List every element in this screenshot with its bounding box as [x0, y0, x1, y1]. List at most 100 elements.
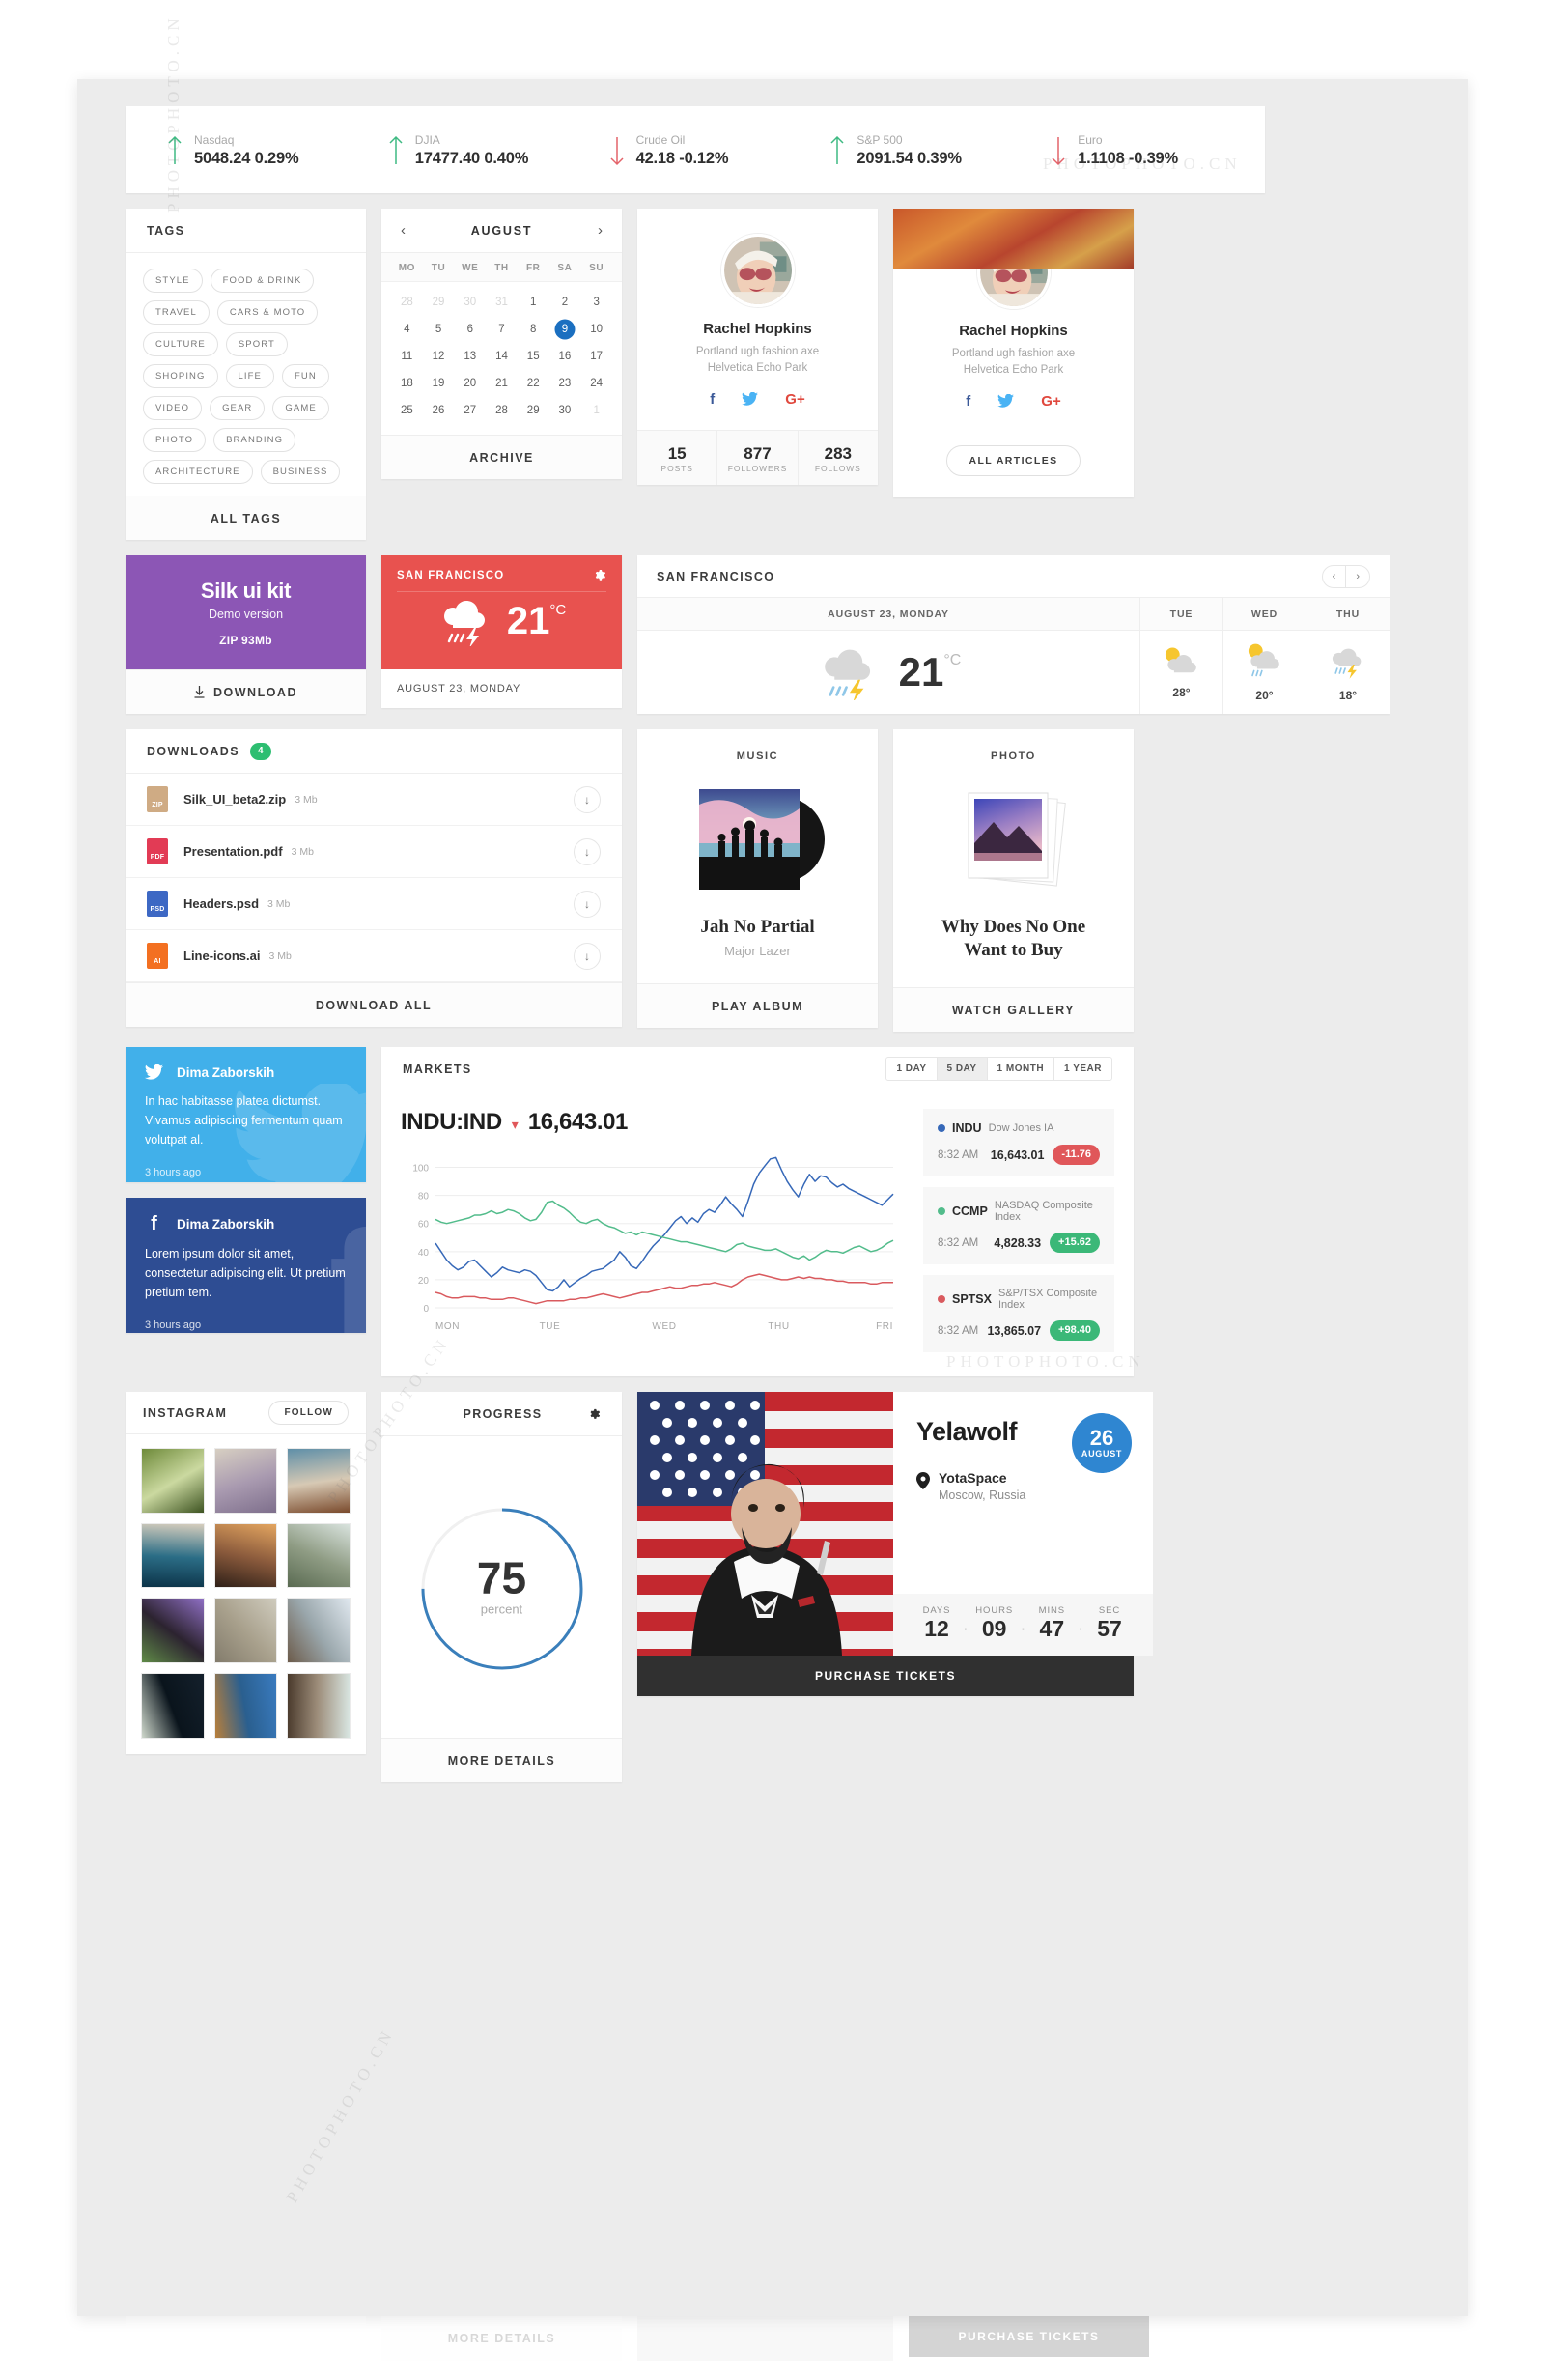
- calendar-prev-icon[interactable]: ‹: [401, 223, 406, 238]
- archive-button[interactable]: ARCHIVE: [381, 435, 622, 479]
- calendar-day[interactable]: 11: [391, 344, 423, 369]
- ticker-item-nasdaq[interactable]: Nasdaq 5048.24 0.29%: [143, 131, 364, 168]
- calendar-day[interactable]: 29: [518, 398, 549, 423]
- tag-chip[interactable]: TRAVEL: [143, 300, 210, 325]
- instagram-thumbnail[interactable]: [213, 1673, 278, 1739]
- calendar-next-icon[interactable]: ›: [598, 223, 603, 238]
- calendar-day[interactable]: 28: [486, 398, 518, 423]
- calendar-day[interactable]: 6: [454, 317, 486, 342]
- calendar-day[interactable]: 26: [423, 398, 455, 423]
- calendar-day-selected[interactable]: 9: [549, 317, 581, 342]
- calendar-day[interactable]: 1: [518, 290, 549, 315]
- tag-chip[interactable]: BUSINESS: [260, 460, 341, 484]
- instagram-thumbnail[interactable]: [141, 1522, 205, 1589]
- calendar-day[interactable]: 29: [423, 290, 455, 315]
- tag-chip[interactable]: BRANDING: [213, 428, 296, 452]
- download-row[interactable]: ZIP Silk_UI_beta2.zip 3 Mb ↓: [126, 774, 622, 826]
- instagram-thumbnail[interactable]: [287, 1598, 351, 1664]
- calendar-day[interactable]: 16: [549, 344, 581, 369]
- ticker-item-euro[interactable]: Euro 1.1108 -0.39%: [1026, 131, 1248, 168]
- play-album-button[interactable]: PLAY ALBUM: [637, 983, 878, 1028]
- tag-chip[interactable]: FOOD & DRINK: [210, 269, 315, 293]
- ticker-item-crude-oil[interactable]: Crude Oil 42.18 -0.12%: [585, 131, 806, 168]
- calendar-day[interactable]: 13: [454, 344, 486, 369]
- tag-chip[interactable]: GEAR: [210, 396, 266, 420]
- instagram-thumbnail[interactable]: [213, 1598, 278, 1664]
- calendar-day[interactable]: 12: [423, 344, 455, 369]
- google-plus-icon[interactable]: G+: [785, 392, 804, 409]
- calendar-day[interactable]: 5: [423, 317, 455, 342]
- calendar-day[interactable]: 7: [486, 317, 518, 342]
- calendar-day[interactable]: 17: [580, 344, 612, 369]
- all-articles-button[interactable]: ALL ARTICLES: [946, 445, 1081, 476]
- calendar-day[interactable]: 27: [454, 398, 486, 423]
- tag-chip[interactable]: GAME: [272, 396, 329, 420]
- tag-chip[interactable]: PHOTO: [143, 428, 207, 452]
- gear-icon[interactable]: [592, 568, 606, 582]
- quote-row-indu[interactable]: INDU Dow Jones IA 8:32 AM 16,643.01 -11.76: [923, 1109, 1114, 1176]
- range-1-month[interactable]: 1 MONTH: [988, 1058, 1055, 1080]
- calendar-day[interactable]: 28: [391, 290, 423, 315]
- calendar-day[interactable]: 31: [486, 290, 518, 315]
- instagram-follow-button[interactable]: FOLLOW: [268, 1401, 349, 1425]
- range-1-year[interactable]: 1 YEAR: [1054, 1058, 1111, 1080]
- tag-chip[interactable]: CULTURE: [143, 332, 218, 356]
- google-plus-icon[interactable]: G+: [1041, 394, 1060, 411]
- purchase-tickets-button[interactable]: PURCHASE TICKETS: [637, 1656, 1134, 1696]
- weather-next-icon[interactable]: ›: [1346, 566, 1369, 587]
- instagram-thumbnail[interactable]: [141, 1673, 205, 1739]
- download-row[interactable]: PSD Headers.psd 3 Mb ↓: [126, 878, 622, 930]
- twitter-icon[interactable]: [742, 391, 759, 409]
- calendar-day[interactable]: 8: [518, 317, 549, 342]
- instagram-thumbnail[interactable]: [213, 1448, 278, 1514]
- calendar-day[interactable]: 24: [580, 371, 612, 396]
- tag-chip[interactable]: STYLE: [143, 269, 203, 293]
- instagram-thumbnail[interactable]: [141, 1448, 205, 1514]
- tag-chip[interactable]: CARS & MOTO: [216, 300, 319, 325]
- calendar-day[interactable]: 19: [423, 371, 455, 396]
- calendar-day[interactable]: 14: [486, 344, 518, 369]
- download-row[interactable]: PDF Presentation.pdf 3 Mb ↓: [126, 826, 622, 878]
- calendar-day[interactable]: 4: [391, 317, 423, 342]
- facebook-icon[interactable]: f: [710, 392, 715, 409]
- calendar-day[interactable]: 30: [549, 398, 581, 423]
- weather-prev-icon[interactable]: ‹: [1323, 565, 1347, 587]
- all-tags-button[interactable]: ALL TAGS: [126, 496, 366, 540]
- tag-chip[interactable]: SPORT: [225, 332, 288, 356]
- calendar-day[interactable]: 18: [391, 371, 423, 396]
- range-5-day[interactable]: 5 DAY: [937, 1058, 988, 1080]
- calendar-day[interactable]: 10: [580, 317, 612, 342]
- quote-row-sptsx[interactable]: SPTSX S&P/TSX Composite Index 8:32 AM 13,86…: [923, 1275, 1114, 1352]
- calendar-day[interactable]: 20: [454, 371, 486, 396]
- calendar-day[interactable]: 30: [454, 290, 486, 315]
- calendar-day[interactable]: 15: [518, 344, 549, 369]
- instagram-thumbnail[interactable]: [141, 1598, 205, 1664]
- tag-chip[interactable]: LIFE: [225, 364, 274, 388]
- gear-icon[interactable]: [587, 1407, 601, 1421]
- tag-chip[interactable]: SHOPING: [143, 364, 218, 388]
- facebook-icon[interactable]: f: [966, 394, 970, 411]
- download-arrow-icon[interactable]: ↓: [574, 837, 601, 865]
- download-all-button[interactable]: DOWNLOAD ALL: [126, 982, 622, 1027]
- quote-row-ccmp[interactable]: CCMP NASDAQ Composite Index 8:32 AM 4,828.3…: [923, 1187, 1114, 1264]
- calendar-day[interactable]: 21: [486, 371, 518, 396]
- instagram-thumbnail[interactable]: [287, 1448, 351, 1514]
- download-row[interactable]: AI Line-icons.ai 3 Mb ↓: [126, 930, 622, 982]
- download-arrow-icon[interactable]: ↓: [574, 785, 601, 813]
- tag-chip[interactable]: VIDEO: [143, 396, 203, 420]
- watch-gallery-button[interactable]: WATCH GALLERY: [893, 987, 1134, 1032]
- calendar-day[interactable]: 2: [549, 290, 581, 315]
- calendar-day[interactable]: 1: [580, 398, 612, 423]
- ticker-item-djia[interactable]: DJIA 17477.40 0.40%: [364, 131, 585, 168]
- instagram-thumbnail[interactable]: [287, 1522, 351, 1589]
- calendar-day[interactable]: 22: [518, 371, 549, 396]
- instagram-thumbnail[interactable]: [213, 1522, 278, 1589]
- silk-kit-download-button[interactable]: DOWNLOAD: [126, 669, 366, 714]
- tag-chip[interactable]: FUN: [281, 364, 329, 388]
- download-arrow-icon[interactable]: ↓: [574, 890, 601, 918]
- instagram-thumbnail[interactable]: [287, 1673, 351, 1739]
- range-1-day[interactable]: 1 DAY: [886, 1058, 938, 1080]
- twitter-icon[interactable]: [997, 393, 1015, 411]
- calendar-day[interactable]: 3: [580, 290, 612, 315]
- calendar-day[interactable]: 25: [391, 398, 423, 423]
